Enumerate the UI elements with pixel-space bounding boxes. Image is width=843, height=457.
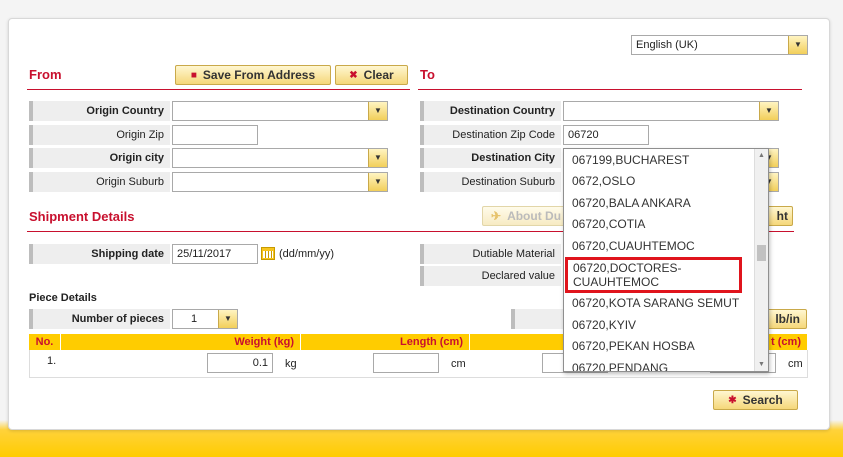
suggestion-list: 067199,BUCHAREST 0672,OSLO 06720,BALA AN… — [564, 149, 756, 371]
destination-country-label: Destination Country — [420, 101, 561, 121]
list-item[interactable]: 06720,PENDANG — [564, 357, 756, 371]
number-of-pieces-select[interactable]: 1 ▼ — [172, 309, 238, 329]
unit-toggle-label: lb/in — [775, 312, 800, 326]
zip-suggestion-dropdown[interactable]: 067199,BUCHAREST 0672,OSLO 06720,BALA AN… — [563, 148, 769, 372]
col-length-header: Length (cm) — [301, 334, 469, 350]
col-weight-header: Weight (kg) — [61, 334, 300, 350]
list-item-highlighted[interactable]: 06720,DOCTORES-CUAUHTEMOC — [565, 256, 742, 293]
origin-zip-label: Origin Zip — [29, 125, 170, 145]
list-item[interactable]: 06720,KYIV — [564, 314, 756, 336]
scroll-down-icon[interactable]: ▼ — [755, 358, 768, 371]
search-icon: ✱ — [728, 394, 737, 406]
chevron-down-icon: ▼ — [218, 310, 237, 328]
chevron-down-icon: ▼ — [788, 36, 807, 54]
search-button[interactable]: ✱ Search — [713, 390, 798, 410]
about-dutiable-button[interactable]: ✈ About Du — [482, 206, 572, 226]
chevron-down-icon: ▼ — [368, 149, 387, 167]
list-item[interactable]: 06720,PEKAN HOSBA — [564, 336, 756, 358]
from-divider — [27, 89, 410, 90]
about-dutiable-label: About Du — [507, 209, 562, 223]
scroll-up-icon[interactable]: ▲ — [755, 149, 768, 162]
length-input[interactable] — [373, 353, 439, 373]
shipping-date-label: Shipping date — [29, 244, 170, 264]
calendar-icon[interactable] — [261, 247, 275, 260]
unit-label-bar — [511, 309, 567, 329]
save-from-address-button[interactable]: ■ Save From Address — [175, 65, 331, 85]
weight-unit: kg — [285, 358, 297, 370]
list-item[interactable]: 0672,OSLO — [564, 171, 756, 193]
origin-city-label: Origin city — [29, 148, 170, 168]
row-number: 1. — [47, 355, 57, 367]
destination-city-label: Destination City — [420, 148, 561, 168]
destination-country-select[interactable]: ▼ — [563, 101, 779, 121]
origin-suburb-select[interactable]: ▼ — [172, 172, 388, 192]
list-item[interactable]: 06720,BALA ANKARA — [564, 192, 756, 214]
save-icon: ■ — [190, 69, 197, 81]
list-item[interactable]: 06720,CUAUHTEMOC — [564, 235, 756, 257]
info-icon: ✈ — [491, 209, 502, 223]
clear-label: Clear — [363, 68, 394, 82]
origin-suburb-label: Origin Suburb — [29, 172, 170, 192]
to-divider — [418, 89, 802, 90]
language-select[interactable]: English (UK) ▼ — [631, 35, 808, 55]
destination-suburb-label: Destination Suburb — [420, 172, 561, 192]
declared-value-label: Declared value — [420, 266, 561, 286]
height-unit: cm — [788, 358, 803, 370]
number-of-pieces-label: Number of pieces — [29, 309, 170, 329]
weight-input[interactable]: 0.1 — [207, 353, 273, 373]
chevron-down-icon: ▼ — [759, 102, 778, 120]
origin-country-select[interactable]: ▼ — [172, 101, 388, 121]
save-from-address-label: Save From Address — [202, 68, 316, 82]
date-format-hint: (dd/mm/yy) — [279, 248, 334, 260]
shipping-date-input[interactable]: 25/11/2017 — [172, 244, 258, 264]
origin-country-label: Origin Country — [29, 101, 170, 121]
piece-details-title: Piece Details — [29, 292, 97, 304]
col-no-header: No. — [29, 334, 60, 350]
destination-zip-label: Destination Zip Code — [420, 125, 561, 145]
dutiable-weight-label: ht — [776, 209, 788, 223]
language-select-value: English (UK) — [636, 39, 698, 51]
dropdown-scrollbar[interactable]: ▲ ▼ — [754, 149, 768, 371]
origin-city-select[interactable]: ▼ — [172, 148, 388, 168]
origin-zip-input[interactable] — [172, 125, 258, 145]
length-unit: cm — [451, 358, 466, 370]
number-of-pieces-value: 1 — [191, 313, 198, 325]
shipment-details-title: Shipment Details — [29, 209, 135, 224]
from-title: From — [29, 67, 62, 82]
close-icon: ✖ — [349, 69, 358, 81]
list-item[interactable]: 06720,COTIA — [564, 214, 756, 236]
search-label: Search — [742, 393, 783, 407]
to-title: To — [420, 67, 435, 82]
list-item[interactable]: 06720,KOTA SARANG SEMUT — [564, 293, 756, 315]
list-item[interactable]: 067199,BUCHAREST — [564, 149, 756, 171]
clear-button[interactable]: ✖ Clear — [335, 65, 408, 85]
scrollbar-thumb[interactable] — [757, 245, 766, 261]
dutiable-material-label: Dutiable Material — [420, 244, 561, 264]
chevron-down-icon: ▼ — [368, 102, 387, 120]
destination-zip-input[interactable]: 06720 — [563, 125, 649, 145]
chevron-down-icon: ▼ — [368, 173, 387, 191]
